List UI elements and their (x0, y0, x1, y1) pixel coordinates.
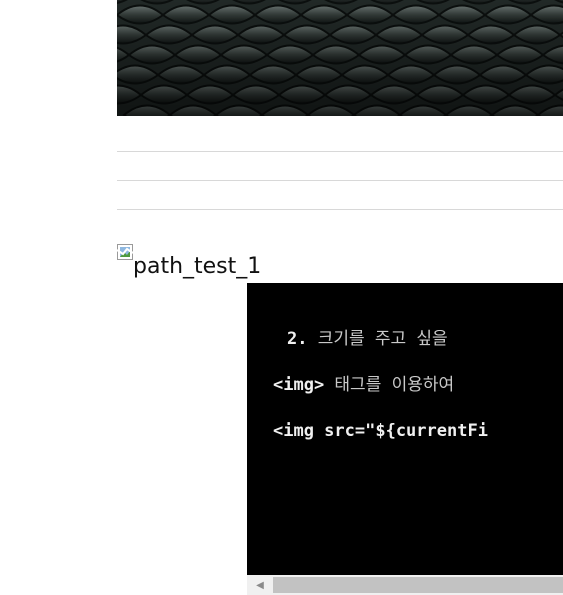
code-line-1: 2. 크기를 주고 싶을 (287, 329, 448, 349)
snake-scales-photo (117, 0, 563, 116)
page: path_test_1 2. 크기를 주고 싶을 <img> 태그를 이용하여 … (0, 0, 563, 595)
scroll-left-arrow-icon[interactable]: ◀ (247, 575, 273, 595)
divider-2 (117, 180, 563, 181)
code-line-3: <img src="${currentFi (273, 421, 488, 441)
divider-1 (117, 151, 563, 152)
scroll-thumb[interactable] (273, 577, 563, 593)
broken-image-alt-text: path_test_1 (133, 254, 262, 279)
code-screenshot: 2. 크기를 주고 싶을 <img> 태그를 이용하여 <img src="${… (247, 283, 563, 575)
code-line-2: <img> 태그를 이용하여 (273, 375, 455, 395)
divider-3 (117, 209, 563, 210)
horizontal-scrollbar[interactable]: ◀ (247, 575, 563, 595)
broken-image-icon (117, 244, 133, 260)
snake-scales-image (117, 0, 563, 116)
broken-image: path_test_1 (117, 243, 261, 283)
